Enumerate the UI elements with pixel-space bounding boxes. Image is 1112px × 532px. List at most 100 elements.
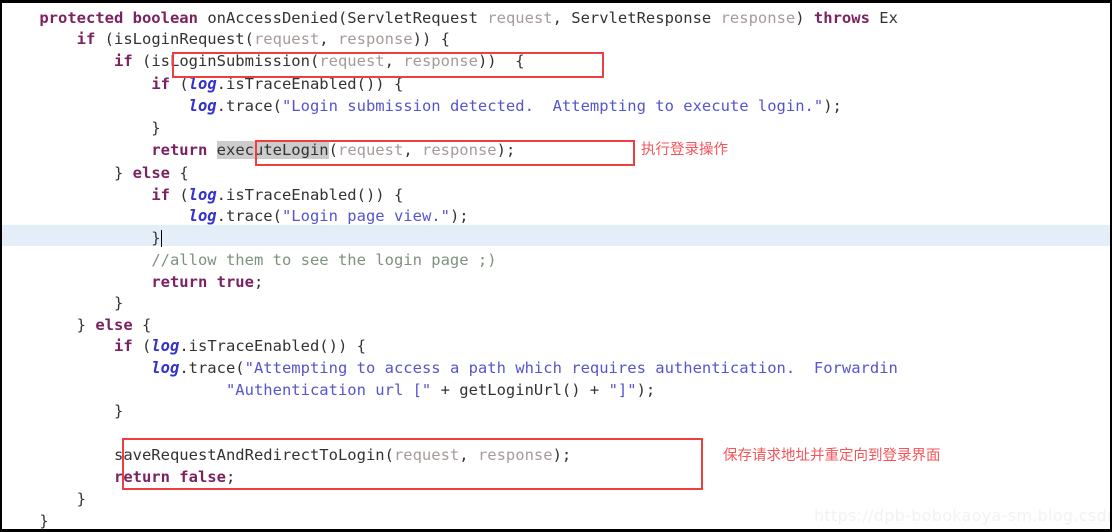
code-line[interactable]: log.trace("Login page view."); bbox=[2, 206, 469, 227]
code-line[interactable]: return false; bbox=[2, 467, 235, 488]
code-token-field: log bbox=[188, 75, 217, 93]
code-line[interactable]: } bbox=[2, 511, 49, 529]
code-token-plain: { bbox=[169, 164, 189, 182]
code-token-plain: } bbox=[2, 119, 161, 137]
code-token-keyword: return bbox=[151, 141, 208, 159]
code-token-field: log bbox=[188, 186, 217, 204]
code-line[interactable]: } bbox=[2, 293, 123, 314]
code-token-keyword: else bbox=[132, 164, 170, 182]
code-token-plain: } bbox=[2, 164, 133, 182]
code-line[interactable]: } bbox=[2, 228, 161, 249]
code-token-keyword: protected boolean bbox=[39, 9, 208, 27]
code-token-plain: ( bbox=[132, 337, 152, 355]
code-token-plain: .trace( bbox=[179, 359, 245, 377]
code-token-plain: ; bbox=[225, 468, 236, 486]
code-line[interactable]: } bbox=[2, 489, 86, 510]
code-token-keyword: if bbox=[151, 186, 170, 204]
code-token-parameter: request bbox=[487, 9, 553, 27]
code-token-keyword: if bbox=[76, 30, 96, 48]
code-token-keyword: if bbox=[113, 52, 133, 70]
code-token-keyword: if bbox=[113, 337, 133, 355]
code-token-plain: .trace( bbox=[216, 97, 282, 115]
code-line[interactable]: if (isLoginRequest(request, response)) { bbox=[2, 29, 450, 50]
code-token-plain: } bbox=[2, 402, 124, 420]
code-token-keyword: return true bbox=[151, 273, 254, 291]
code-token-plain: .trace( bbox=[216, 207, 282, 225]
code-line[interactable]: protected boolean onAccessDenied(Servlet… bbox=[2, 8, 898, 29]
code-line[interactable]: } bbox=[2, 118, 161, 139]
code-line[interactable]: if (log.isTraceEnabled()) { bbox=[2, 336, 366, 357]
code-token-parameter: request bbox=[337, 141, 404, 159]
code-token-parameter: response bbox=[337, 30, 413, 48]
code-token-plain: } bbox=[2, 316, 96, 334]
code-line[interactable]: return true; bbox=[2, 272, 263, 293]
code-token-plain: ) bbox=[795, 9, 814, 27]
code-token-parameter: response bbox=[403, 52, 478, 70]
code-token-plain: .isTraceEnabled()) { bbox=[179, 337, 366, 355]
code-line[interactable]: if (log.isTraceEnabled()) { bbox=[2, 74, 403, 95]
code-token-keyword: else bbox=[95, 316, 133, 334]
code-line[interactable]: } else { bbox=[2, 315, 152, 336]
code-token-plain: ( bbox=[169, 186, 189, 204]
code-line[interactable]: //allow them to see the login page ;) bbox=[2, 250, 497, 271]
code-token-parameter: request bbox=[253, 30, 320, 48]
code-token-string: "Attempting to access a path which requi… bbox=[244, 359, 898, 377]
code-line[interactable]: log.trace("Attempting to access a path w… bbox=[2, 358, 898, 379]
code-token-plain: ; bbox=[253, 273, 264, 291]
code-token-string: "Authentication url [" bbox=[225, 381, 432, 399]
code-token-string: "Login submission detected. Attempting t… bbox=[281, 97, 824, 115]
code-line[interactable]: if (isLoginSubmission(request, response)… bbox=[2, 51, 525, 72]
code-editor-surface[interactable]: protected boolean onAccessDenied(Servlet… bbox=[2, 3, 1110, 529]
code-token-plain: ( bbox=[328, 141, 338, 159]
code-token-string: "Login page view." bbox=[281, 207, 450, 225]
code-token-plain: ); bbox=[449, 207, 469, 225]
code-token-selected: executeLogin bbox=[216, 141, 329, 159]
code-token-plain: + getLoginUrl() + bbox=[431, 381, 609, 399]
code-token-plain: , bbox=[459, 446, 478, 464]
code-token-plain: ); bbox=[552, 446, 572, 464]
code-token-plain: , ServletResponse bbox=[552, 9, 721, 27]
annotation-save-request: 保存请求地址并重定向到登录界面 bbox=[723, 448, 941, 464]
code-token-plain: .isTraceEnabled()) { bbox=[216, 75, 404, 93]
code-token-field: log bbox=[188, 207, 217, 225]
code-token-plain: } bbox=[2, 490, 86, 508]
code-token-plain: { bbox=[132, 316, 152, 334]
code-token-plain: } bbox=[2, 229, 161, 247]
code-token-parameter: response bbox=[421, 141, 497, 159]
code-line[interactable]: log.trace("Login submission detected. At… bbox=[2, 96, 842, 117]
annotation-execute-login: 执行登录操作 bbox=[641, 142, 728, 158]
code-token-plain: (isLoginRequest( bbox=[95, 30, 254, 48]
code-token-comment: //allow them to see the login page ;) bbox=[151, 251, 497, 269]
code-token-plain: , bbox=[403, 141, 422, 159]
code-line[interactable]: return executeLogin(request, response); bbox=[2, 140, 515, 161]
current-line-highlight bbox=[2, 225, 1110, 246]
code-token-keyword: return false bbox=[113, 468, 226, 486]
code-token-plain: )) { bbox=[412, 30, 450, 48]
code-token-keyword: throws bbox=[813, 9, 870, 27]
code-line[interactable]: } bbox=[2, 401, 123, 422]
code-token-plain: saveRequestAndRedirectToLogin( bbox=[2, 446, 394, 464]
code-line[interactable]: saveRequestAndRedirectToLogin(request, r… bbox=[2, 445, 571, 466]
code-token-plain: } bbox=[2, 512, 49, 529]
code-token-parameter: request bbox=[319, 52, 385, 70]
code-token-parameter: response bbox=[720, 9, 796, 27]
code-token-string: "]" bbox=[608, 381, 637, 399]
code-token-keyword: if bbox=[151, 75, 170, 93]
code-line[interactable]: } else { bbox=[2, 163, 189, 184]
code-line[interactable]: if (log.isTraceEnabled()) { bbox=[2, 185, 403, 206]
code-token-plain: , bbox=[384, 52, 404, 70]
code-token-plain: .isTraceEnabled()) { bbox=[216, 186, 404, 204]
code-token-field: log bbox=[188, 97, 217, 115]
code-line[interactable]: "Authentication url [" + getLoginUrl() +… bbox=[2, 380, 655, 401]
